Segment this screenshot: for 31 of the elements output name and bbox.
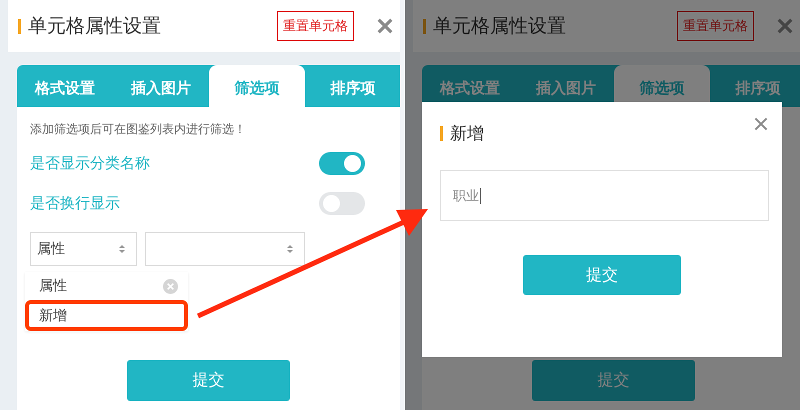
- tab[interactable]: 插入图片: [113, 65, 209, 107]
- dropdown-option[interactable]: 新增: [25, 300, 188, 331]
- dialog-title: 单元格属性设置: [433, 14, 567, 39]
- updown-icon: [286, 243, 294, 255]
- select-field[interactable]: [145, 232, 305, 266]
- toggle-label: 是否换行显示: [30, 194, 120, 212]
- hint-text: 添加筛选项后可在图鉴列表内进行筛选！: [30, 121, 247, 138]
- tab[interactable]: 格式设置: [17, 65, 113, 107]
- toggle-switch[interactable]: [319, 192, 365, 214]
- select-field[interactable]: 属性: [30, 232, 137, 266]
- close-icon[interactable]: [753, 116, 769, 132]
- modal-title: 新增: [450, 122, 485, 144]
- submit-button[interactable]: 提交: [523, 255, 681, 295]
- submit-button[interactable]: 提交: [127, 360, 290, 401]
- dropdown-option[interactable]: 属性: [25, 272, 188, 300]
- close-icon[interactable]: [376, 17, 394, 35]
- input-field[interactable]: 职业: [440, 170, 769, 221]
- toggle-label: 是否显示分类名称: [30, 154, 150, 172]
- updown-icon: [118, 243, 126, 255]
- reset-button[interactable]: 重置单元格: [677, 11, 754, 41]
- title-accent: [423, 18, 426, 34]
- close-icon[interactable]: [776, 17, 794, 35]
- tab[interactable]: 排序项: [305, 65, 400, 107]
- tab[interactable]: 筛选项: [209, 65, 305, 107]
- title-accent: [440, 126, 443, 140]
- submit-button[interactable]: 提交: [532, 360, 695, 401]
- reset-button[interactable]: 重置单元格: [277, 11, 354, 41]
- toggle-switch[interactable]: [319, 152, 365, 174]
- remove-icon[interactable]: [163, 278, 178, 294]
- title-accent: [18, 18, 21, 34]
- dialog-title: 单元格属性设置: [28, 14, 162, 39]
